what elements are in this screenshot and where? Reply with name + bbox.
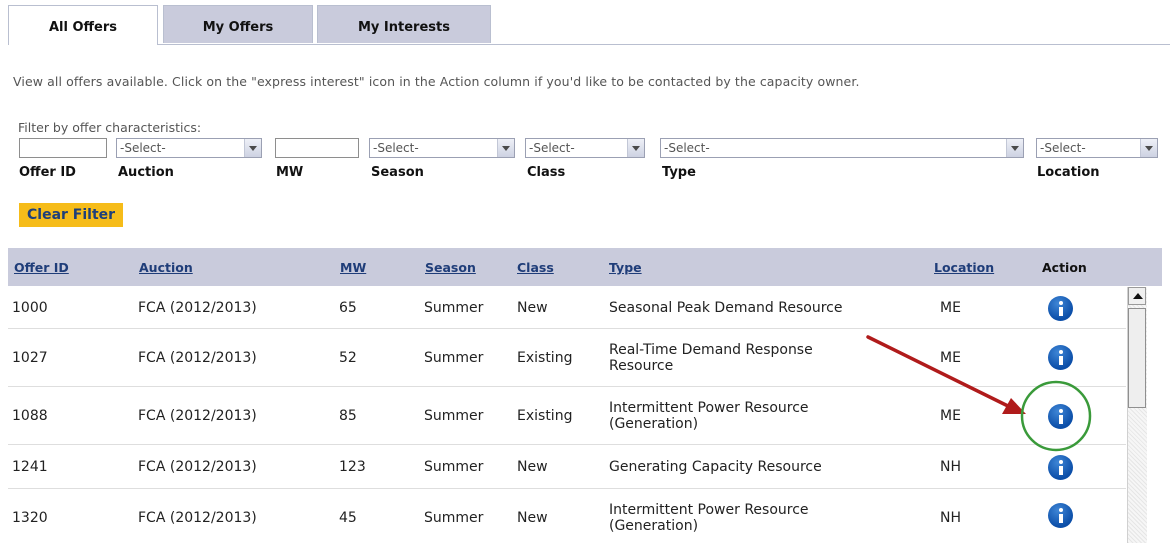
type-cell: Real-Time Demand Response Resource (609, 342, 813, 374)
column-header-auction[interactable]: Auction (139, 260, 193, 275)
tab-bar-divider (8, 44, 1170, 45)
column-header-mw[interactable]: MW (340, 260, 366, 275)
info-icon[interactable] (1048, 404, 1073, 429)
season-cell: Summer (424, 300, 484, 316)
info-icon[interactable] (1048, 296, 1073, 321)
column-header-location[interactable]: Location (934, 260, 994, 275)
info-icon[interactable] (1048, 455, 1073, 480)
offer-id-cell: 1088 (12, 408, 48, 424)
season-filter-label: Season (371, 165, 424, 180)
offer-id-filter-label: Offer ID (19, 165, 76, 180)
season-cell: Summer (424, 510, 484, 526)
mw-filter-label: MW (276, 165, 304, 180)
class-cell: New (517, 300, 548, 316)
offer-id-cell: 1320 (12, 510, 48, 526)
tab-all-offers[interactable]: All Offers (8, 5, 158, 45)
type-cell: Generating Capacity Resource (609, 459, 822, 475)
table-row: 1000 FCA (2012/2013) 65 Summer New Seaso… (8, 287, 1126, 329)
table-scrollbar[interactable] (1127, 287, 1147, 543)
auction-cell: FCA (2012/2013) (138, 350, 257, 366)
season-cell: Summer (424, 350, 484, 366)
mw-cell: 52 (339, 350, 357, 366)
location-cell: ME (940, 300, 961, 316)
type-filter-label: Type (662, 165, 696, 180)
location-cell: NH (940, 459, 961, 475)
column-header-type[interactable]: Type (609, 260, 642, 275)
table-row: 1320 FCA (2012/2013) 45 Summer New Inter… (8, 489, 1126, 543)
filter-caption: Filter by offer characteristics: (18, 120, 202, 135)
scrollbar-thumb[interactable] (1128, 308, 1146, 408)
chevron-down-icon[interactable] (1140, 139, 1157, 157)
season-filter-value: -Select- (373, 141, 419, 155)
type-filter-select[interactable]: -Select- (660, 138, 1024, 158)
column-header-season[interactable]: Season (425, 260, 476, 275)
column-header-action: Action (1042, 260, 1087, 275)
offer-id-cell: 1000 (12, 300, 48, 316)
auction-cell: FCA (2012/2013) (138, 459, 257, 475)
tab-my-offers[interactable]: My Offers (163, 5, 313, 43)
table-row: 1027 FCA (2012/2013) 52 Summer Existing … (8, 329, 1126, 387)
auction-filter-select[interactable]: -Select- (116, 138, 262, 158)
location-cell: NH (940, 510, 961, 526)
location-filter-label: Location (1037, 165, 1100, 180)
scroll-up-arrow-icon[interactable] (1128, 287, 1146, 305)
table-row: 1088 FCA (2012/2013) 85 Summer Existing … (8, 387, 1126, 445)
class-filter-select[interactable]: -Select- (525, 138, 645, 158)
chevron-down-icon[interactable] (1006, 139, 1023, 157)
mw-cell: 85 (339, 408, 357, 424)
season-cell: Summer (424, 408, 484, 424)
location-filter-value: -Select- (1040, 141, 1086, 155)
class-cell: Existing (517, 350, 573, 366)
mw-cell: 123 (339, 459, 366, 475)
mw-cell: 45 (339, 510, 357, 526)
class-filter-label: Class (527, 165, 566, 180)
auction-filter-value: -Select- (120, 141, 166, 155)
season-filter-select[interactable]: -Select- (369, 138, 515, 158)
type-cell: Seasonal Peak Demand Resource (609, 300, 843, 316)
offer-id-cell: 1241 (12, 459, 48, 475)
info-icon[interactable] (1048, 503, 1073, 528)
page-description: View all offers available. Click on the … (13, 74, 860, 89)
offer-id-filter-input[interactable] (19, 138, 107, 158)
location-cell: ME (940, 408, 961, 424)
auction-cell: FCA (2012/2013) (138, 510, 257, 526)
type-cell: Intermittent Power Resource (Generation) (609, 400, 809, 432)
class-cell: Existing (517, 408, 573, 424)
tab-bar: All Offers My Offers My Interests (8, 5, 1170, 45)
class-cell: New (517, 510, 548, 526)
location-cell: ME (940, 350, 961, 366)
column-header-class[interactable]: Class (517, 260, 554, 275)
clear-filter-button[interactable]: Clear Filter (19, 203, 124, 227)
type-cell: Intermittent Power Resource (Generation) (609, 502, 809, 534)
location-filter-select[interactable]: -Select- (1036, 138, 1158, 158)
chevron-down-icon[interactable] (497, 139, 514, 157)
season-cell: Summer (424, 459, 484, 475)
info-icon[interactable] (1048, 345, 1073, 370)
class-filter-value: -Select- (529, 141, 575, 155)
type-filter-value: -Select- (664, 141, 710, 155)
chevron-down-icon[interactable] (627, 139, 644, 157)
table-header: Offer ID Auction MW Season Class Type Lo… (8, 248, 1162, 286)
column-header-offer-id[interactable]: Offer ID (14, 260, 69, 275)
auction-cell: FCA (2012/2013) (138, 300, 257, 316)
auction-filter-label: Auction (118, 165, 174, 180)
offer-id-cell: 1027 (12, 350, 48, 366)
mw-filter-input[interactable] (275, 138, 359, 158)
table-row: 1241 FCA (2012/2013) 123 Summer New Gene… (8, 445, 1126, 489)
mw-cell: 65 (339, 300, 357, 316)
class-cell: New (517, 459, 548, 475)
auction-cell: FCA (2012/2013) (138, 408, 257, 424)
chevron-down-icon[interactable] (244, 139, 261, 157)
tab-my-interests[interactable]: My Interests (317, 5, 491, 43)
